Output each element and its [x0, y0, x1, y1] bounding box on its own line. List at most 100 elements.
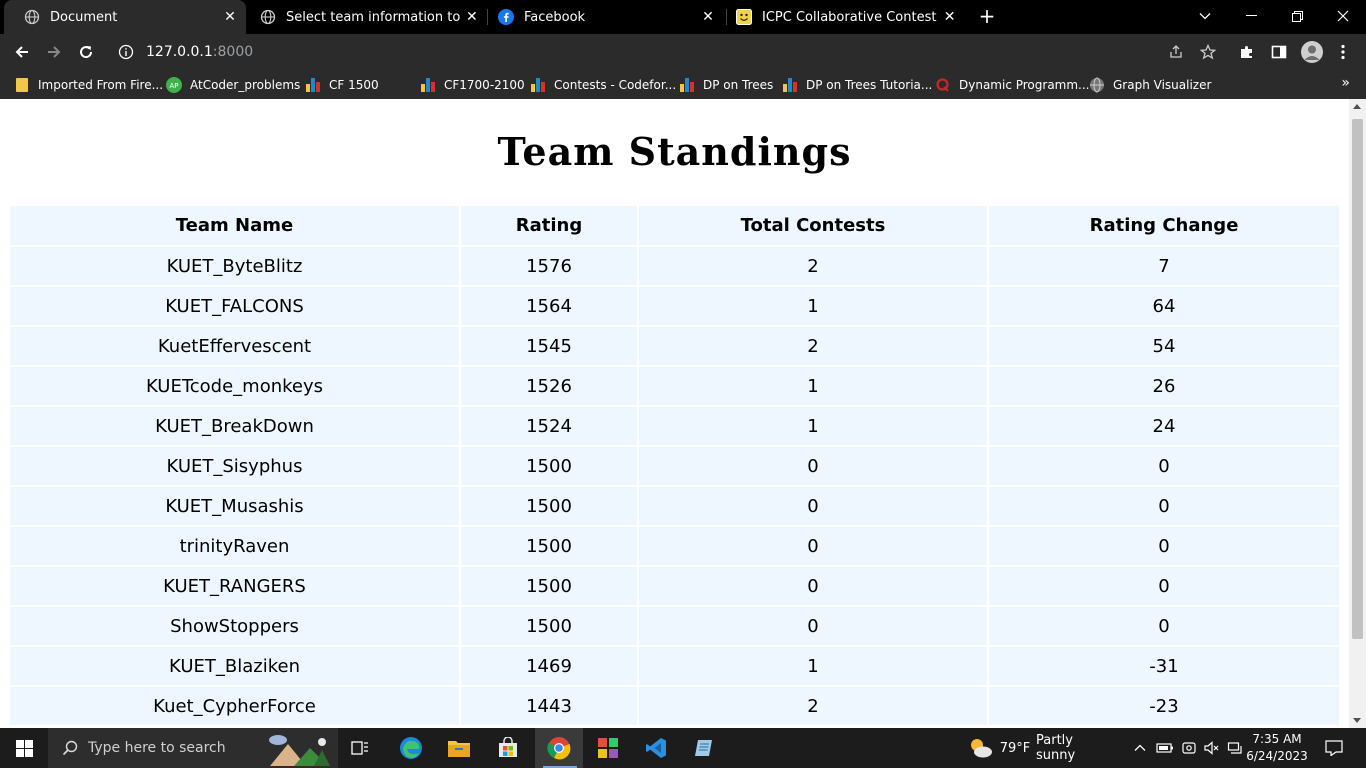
- taskbar-clock[interactable]: 7:35 AM 6/24/2023: [1246, 731, 1308, 765]
- search-highlight-illustration-icon: [266, 730, 336, 766]
- scroll-down-arrow-icon[interactable]: [1353, 718, 1361, 723]
- site-info-icon[interactable]: [118, 44, 134, 60]
- table-row: KUET_Blaziken 1469 1 -31: [10, 646, 1339, 687]
- show-hidden-icons-chevron-icon[interactable]: [1130, 728, 1150, 768]
- bookmark-label: Imported From Fire...: [38, 77, 164, 92]
- globe-icon: [24, 9, 40, 25]
- bookmark-dynamic-programming[interactable]: Dynamic Programm...: [935, 70, 1090, 99]
- cell-rating-change: 0: [988, 566, 1339, 607]
- cell-rating-change: 26: [988, 366, 1339, 407]
- tab-select-team[interactable]: Select team information to chang ✕: [240, 0, 486, 34]
- table-row: KUET_FALCONS 1564 1 64: [10, 286, 1339, 327]
- cell-total-contests: 0: [638, 526, 989, 567]
- file-explorer-icon[interactable]: [437, 728, 481, 768]
- page-viewport: Team Standings Team Name Rating Total Co…: [0, 99, 1366, 728]
- reload-icon[interactable]: [74, 40, 98, 64]
- cell-team-name: KUET_Sisyphus: [10, 446, 461, 487]
- menu-kebab-icon[interactable]: [1331, 40, 1355, 64]
- column-header-team-name: Team Name: [10, 206, 461, 247]
- tab-title: Facebook: [524, 9, 586, 25]
- speaker-muted-icon[interactable]: [1200, 728, 1222, 768]
- back-arrow-icon[interactable]: [10, 40, 34, 64]
- scroll-up-arrow-icon[interactable]: [1353, 104, 1361, 109]
- tab-facebook[interactable]: Facebook ✕: [478, 0, 724, 34]
- bookmark-imported-from-firefox[interactable]: Imported From Fire...: [14, 70, 163, 99]
- cell-rating: 1500: [460, 566, 639, 607]
- column-header-rating-change: Rating Change: [988, 206, 1339, 247]
- close-tab-icon[interactable]: ✕: [220, 9, 240, 25]
- vertical-scrollbar[interactable]: [1349, 99, 1366, 728]
- microsoft-store-icon[interactable]: [486, 728, 530, 768]
- table-row: KUETcode_monkeys 1526 1 26: [10, 366, 1339, 407]
- close-tab-icon[interactable]: ✕: [698, 9, 718, 25]
- share-icon[interactable]: [1164, 40, 1188, 64]
- page-title: Team Standings: [497, 129, 852, 174]
- facebook-icon: [498, 9, 514, 25]
- battery-icon[interactable]: [1154, 728, 1176, 768]
- cell-total-contests: 1: [638, 406, 989, 447]
- address-bar[interactable]: 127.0.0.1:8000: [106, 37, 1206, 67]
- edge-browser-icon[interactable]: [389, 728, 433, 768]
- extensions-puzzle-icon[interactable]: [1235, 40, 1259, 64]
- cell-total-contests: 0: [638, 566, 989, 607]
- close-window-icon[interactable]: [1320, 0, 1366, 32]
- cell-team-name: ShowStoppers: [10, 606, 461, 647]
- bookmark-contests-codeforces[interactable]: Contests - Codefor...: [530, 70, 676, 99]
- cell-total-contests: 2: [638, 686, 989, 727]
- cell-team-name: KUET_FALCONS: [10, 286, 461, 327]
- url-host: 127.0.0.1: [146, 44, 213, 60]
- bookmark-atcoder-problems[interactable]: AP AtCoder_problems: [166, 70, 300, 99]
- cell-rating: 1500: [460, 486, 639, 527]
- table-header-row: Team Name Rating Total Contests Rating C…: [10, 206, 1339, 247]
- bookmark-cf-1500[interactable]: CF 1500: [305, 70, 379, 99]
- windows-start-icon[interactable]: [0, 728, 48, 768]
- new-tab-button[interactable]: +: [976, 5, 998, 27]
- weather-description[interactable]: Partly sunny: [1036, 728, 1116, 768]
- forward-arrow-icon[interactable]: [42, 40, 66, 64]
- vscode-icon[interactable]: [634, 728, 678, 768]
- meet-now-icon[interactable]: [1178, 728, 1200, 768]
- close-tab-icon[interactable]: ✕: [941, 9, 958, 25]
- bookmark-graph-visualizer[interactable]: Graph Visualizer: [1089, 70, 1211, 99]
- cell-rating: 1500: [460, 446, 639, 487]
- bookmark-dp-on-trees-tutorial[interactable]: DP on Trees Tutoria...: [782, 70, 932, 99]
- minimize-icon[interactable]: [1228, 0, 1274, 32]
- table-row: KuetEffervescent 1545 2 54: [10, 326, 1339, 367]
- cell-team-name: KuetEffervescent: [10, 326, 461, 367]
- windows-taskbar: Type here to search 79°F Partly sunny 7:…: [0, 728, 1366, 768]
- cell-total-contests: 2: [638, 326, 989, 367]
- tab-search-chevron-icon[interactable]: [1182, 0, 1228, 32]
- network-icon[interactable]: [1224, 728, 1246, 768]
- column-header-total-contests: Total Contests: [638, 206, 989, 247]
- colorful-app-icon[interactable]: [586, 728, 630, 768]
- cell-total-contests: 2: [638, 246, 989, 287]
- chrome-taskbar-icon[interactable]: [535, 728, 583, 768]
- weather-temperature[interactable]: 79°F: [998, 728, 1032, 768]
- codeforces-icon: [782, 77, 798, 93]
- cell-team-name: Kuet_CypherForce: [10, 686, 461, 727]
- cell-rating-change: 7: [988, 246, 1339, 287]
- cell-rating: 1500: [460, 606, 639, 647]
- restore-icon[interactable]: [1274, 0, 1320, 32]
- bookmark-cf1700-2100[interactable]: CF1700-2100: [420, 70, 525, 99]
- bookmark-label: CF 1500: [329, 77, 379, 92]
- side-panel-icon[interactable]: [1267, 40, 1291, 64]
- profile-avatar[interactable]: [1300, 40, 1324, 64]
- cell-rating: 1564: [460, 286, 639, 327]
- atcoder-icon: AP: [166, 76, 182, 93]
- bookmark-label: Graph Visualizer: [1113, 77, 1212, 92]
- task-view-icon[interactable]: [340, 728, 380, 768]
- scrollbar-thumb[interactable]: [1352, 119, 1363, 639]
- bookmark-star-icon[interactable]: [1196, 40, 1220, 64]
- tab-document[interactable]: Document ✕: [4, 0, 246, 34]
- bookmarks-overflow-chevron-icon[interactable]: »: [1341, 75, 1350, 91]
- bookmark-dp-on-trees[interactable]: DP on Trees: [679, 70, 773, 99]
- cell-team-name: KUET_Blaziken: [10, 646, 461, 687]
- weather-partly-sunny-icon[interactable]: [966, 728, 996, 768]
- tab-icpc-contest[interactable]: ICPC Collaborative Contest - 60 - ✕: [716, 0, 964, 34]
- taskbar-search-box[interactable]: Type here to search: [48, 728, 338, 768]
- cell-rating: 1500: [460, 526, 639, 567]
- notepad-icon[interactable]: [682, 728, 726, 768]
- codeforces-icon: [679, 77, 695, 93]
- notifications-icon[interactable]: [1316, 728, 1352, 768]
